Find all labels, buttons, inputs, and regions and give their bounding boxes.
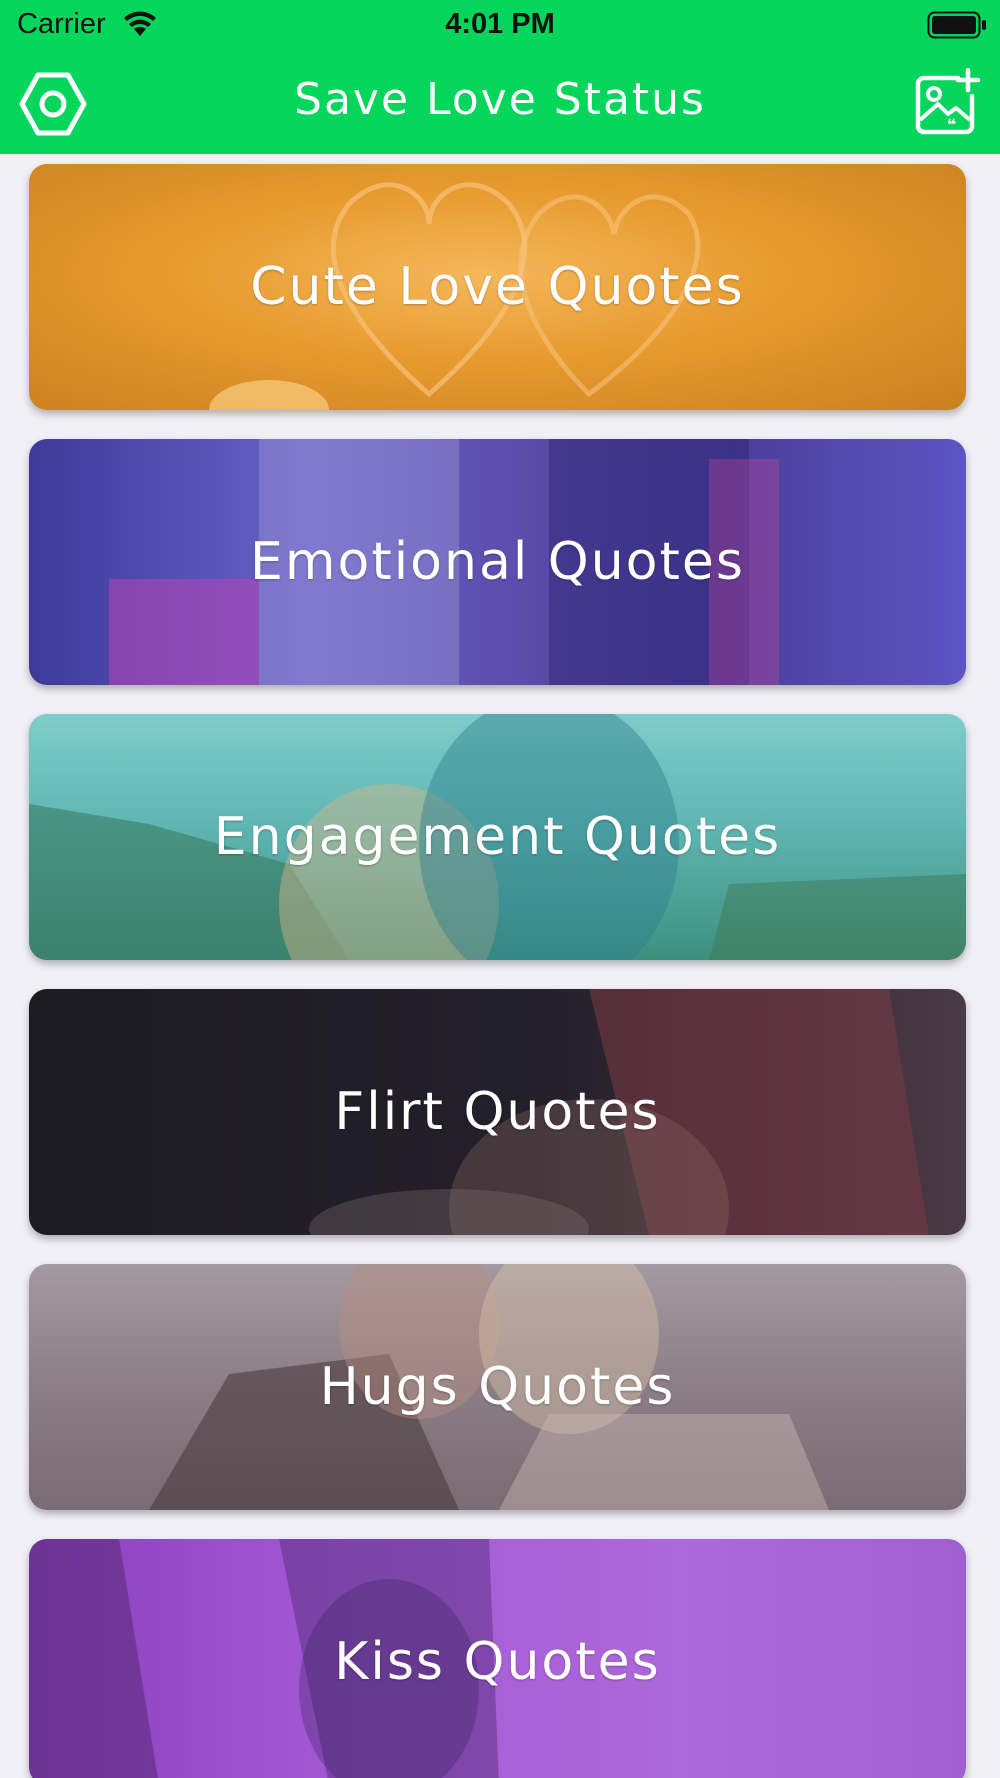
category-card-hugs[interactable]: Hugs Quotes <box>29 1264 966 1510</box>
card-label: Kiss Quotes <box>334 1632 661 1692</box>
card-label: Cute Love Quotes <box>250 257 745 317</box>
clock-time: 4:01 PM <box>445 8 555 40</box>
category-card-engagement[interactable]: Engagement Quotes <box>29 714 966 960</box>
svg-text:❝: ❝ <box>947 115 956 134</box>
nav-bar: Save Love Status ❝ <box>0 50 1000 154</box>
category-card-emotional[interactable]: Emotional Quotes <box>29 439 966 685</box>
card-label: Hugs Quotes <box>319 1357 676 1417</box>
battery-icon <box>927 11 986 39</box>
card-label: Emotional Quotes <box>250 532 745 592</box>
top-bar: Carrier 4:01 PM Save Love Status ❝ <box>0 0 1000 154</box>
settings-icon <box>19 72 87 136</box>
add-quote-image-button[interactable]: ❝ <box>914 67 981 136</box>
category-card-flirt[interactable]: Flirt Quotes <box>29 989 966 1235</box>
category-card-kiss[interactable]: Kiss Quotes <box>29 1539 966 1778</box>
add-image-icon: ❝ <box>915 67 981 135</box>
category-card-cute-love[interactable]: Cute Love Quotes <box>29 164 966 410</box>
app-title: Save Love Status <box>294 74 706 125</box>
status-bar: Carrier 4:01 PM <box>0 0 1000 50</box>
card-label: Flirt Quotes <box>334 1082 661 1142</box>
category-list: Cute Love Quotes Emotional Quotes Engage… <box>0 154 1000 1778</box>
settings-button[interactable] <box>18 70 88 138</box>
card-label: Engagement Quotes <box>213 807 782 867</box>
